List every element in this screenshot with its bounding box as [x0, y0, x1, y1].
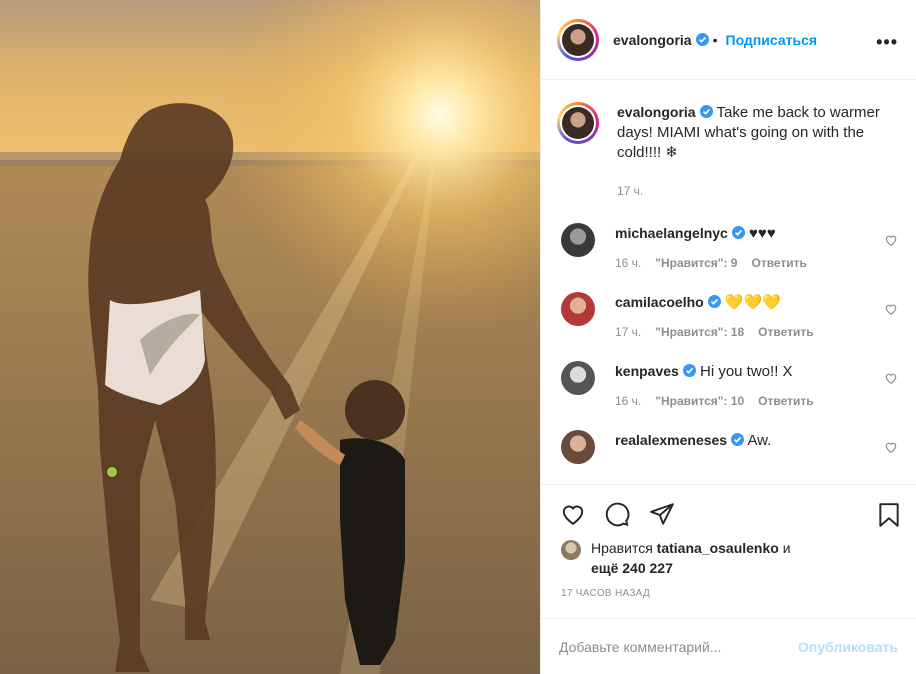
comment-time[interactable]: 17 ч.	[615, 325, 641, 339]
share-icon[interactable]	[649, 501, 675, 527]
comment-item: camilacoelho 💛💛💛 17 ч. "Нравится": 18 Отве…	[557, 292, 900, 339]
comment-text: Hi you two!! X	[700, 363, 793, 380]
likes-count[interactable]: ещё 240 227	[591, 560, 673, 576]
beach-scene-image	[0, 0, 540, 674]
reply-button[interactable]: Ответить	[758, 325, 813, 339]
comment-text: Aw.	[747, 432, 772, 449]
comment-avatar[interactable]	[561, 292, 595, 326]
heart-icon[interactable]	[884, 440, 898, 454]
liker-avatar[interactable]	[561, 540, 581, 560]
bookmark-icon[interactable]	[876, 501, 902, 529]
comment-username[interactable]: camilacoelho	[615, 294, 704, 310]
caption-avatar[interactable]	[557, 102, 599, 144]
comment-time[interactable]: 16 ч.	[615, 394, 641, 408]
comment-likes[interactable]: "Нравится": 18	[655, 325, 744, 339]
comment-avatar[interactable]	[561, 430, 595, 464]
comment-item: realalexmeneses Aw.	[557, 430, 900, 464]
comment-text: 💛💛💛	[724, 294, 781, 311]
post-header: evalongoria • Подписаться •••	[541, 0, 916, 80]
likes-and: и	[782, 540, 791, 556]
author-username[interactable]: evalongoria	[613, 32, 692, 48]
post-container: evalongoria • Подписаться ••• evalongori…	[0, 0, 916, 674]
more-icon[interactable]: •••	[876, 32, 898, 53]
caption-time: 17 ч.	[617, 184, 644, 198]
verified-icon	[731, 433, 745, 446]
comment-username[interactable]: michaelangelnyc	[615, 225, 728, 241]
heart-icon[interactable]	[559, 501, 587, 527]
comment-input[interactable]: Добавьте комментарий...	[559, 639, 798, 655]
verified-icon	[699, 105, 713, 118]
verified-icon	[731, 226, 745, 239]
verified-icon	[682, 364, 696, 377]
comments-list[interactable]: evalongoria Take me back to warmer days!…	[541, 80, 916, 484]
comment-text: ♥♥♥	[749, 225, 776, 242]
heart-icon[interactable]	[884, 233, 898, 247]
post-side-panel: evalongoria • Подписаться ••• evalongori…	[540, 0, 916, 674]
add-comment-bar: Добавьте комментарий... Опубликовать	[541, 618, 916, 674]
verified-icon	[707, 295, 721, 308]
caption-username[interactable]: evalongoria	[617, 104, 696, 120]
heart-icon[interactable]	[884, 371, 898, 385]
post-timestamp[interactable]: 17 ЧАСОВ НАЗАД	[561, 588, 650, 599]
comment-likes[interactable]: "Нравится": 10	[655, 394, 744, 408]
comment-avatar[interactable]	[561, 223, 595, 257]
post-caption: evalongoria Take me back to warmer days!…	[557, 80, 900, 201]
post-actions	[541, 484, 916, 542]
post-photo[interactable]	[0, 0, 540, 674]
comment-item: michaelangelnyc ♥♥♥ 16 ч. "Нравится": 9 От…	[557, 223, 900, 270]
comment-likes[interactable]: "Нравится": 9	[655, 256, 737, 270]
verified-icon	[695, 33, 709, 46]
heart-icon[interactable]	[884, 302, 898, 316]
likes-summary: Нравится tatiana_osaulenko и ещё 240 227	[561, 538, 906, 578]
liker-username[interactable]: tatiana_osaulenko	[657, 540, 779, 556]
comment-avatar[interactable]	[561, 361, 595, 395]
comment-icon[interactable]	[603, 501, 631, 527]
separator-dot: •	[712, 31, 718, 48]
likes-prefix: Нравится	[591, 540, 653, 556]
comment-username[interactable]: kenpaves	[615, 363, 679, 379]
reply-button[interactable]: Ответить	[758, 394, 813, 408]
comment-item: kenpaves Hi you two!! X 16 ч. "Нравится":…	[557, 361, 900, 408]
author-avatar[interactable]	[557, 18, 599, 61]
comment-username[interactable]: realalexmeneses	[615, 432, 727, 448]
follow-button[interactable]: Подписаться	[726, 32, 818, 48]
publish-button[interactable]: Опубликовать	[798, 639, 898, 655]
comment-time[interactable]: 16 ч.	[615, 256, 641, 270]
reply-button[interactable]: Ответить	[751, 256, 806, 270]
